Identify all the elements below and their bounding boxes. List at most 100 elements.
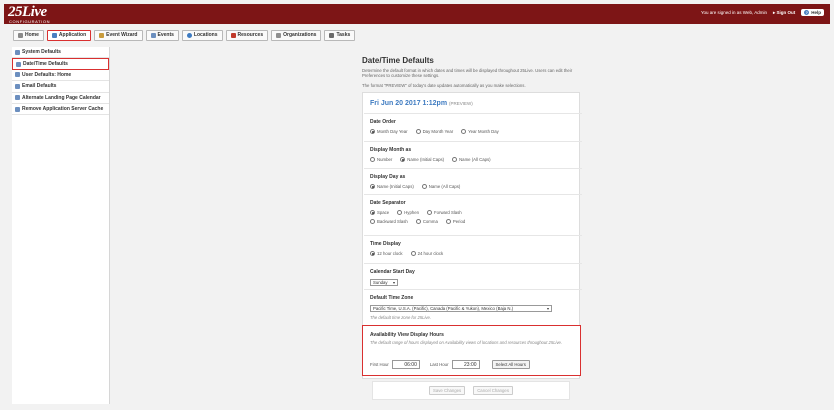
radio-button[interactable] [461,129,467,134]
sign-out-link[interactable]: ▸ Sign Out [773,10,795,16]
sidebar-item-remove-cache[interactable]: Remove Application Server Cache [12,104,109,116]
radio-button[interactable] [370,251,375,256]
radio-space[interactable]: Space [370,210,389,215]
display-day-section: Display Day as Name (Initial Caps) Name … [364,168,582,189]
locations-icon [186,32,192,38]
tab-organizations[interactable]: Organizations [271,29,322,41]
signed-in-text: You are signed in as Web, Admin [700,10,767,15]
radio-button[interactable] [370,157,375,162]
select-value: Pacific Time, U.S.A. (Pacific), Canada (… [373,306,514,311]
sidebar: System Defaults Date/Time Defaults User … [12,47,110,404]
radio-number[interactable]: Number [370,157,392,162]
radio-button[interactable] [452,157,458,162]
tab-resources[interactable]: Resources [225,29,269,41]
tasks-icon [329,32,335,38]
radio-day-all-caps[interactable]: Name (All Caps) [421,184,460,189]
section-label: Calendar Start Day [370,269,415,275]
date-preview: Fri Jun 20 2017 1:12pm (PREVIEW) [370,100,473,107]
first-hour-input[interactable]: 06:00 [391,360,420,369]
chevron-down-icon: ▾ [392,280,395,285]
tab-label: Home [25,32,39,38]
radio-name-all-caps[interactable]: Name (All Caps) [452,157,491,162]
tab-label: Application [58,32,87,38]
radio-label: 12 hour clock [377,251,403,256]
radio-backward-slash[interactable]: Backward Slash [370,219,408,224]
tab-label: Organizations [283,32,317,38]
radio-button[interactable] [400,157,406,162]
radio-label: Number [377,157,393,162]
sidebar-item-email-defaults[interactable]: Email Defaults [12,81,109,93]
last-hour-input[interactable]: 23:00 [451,360,480,369]
radio-button[interactable] [370,129,375,134]
radio-button[interactable] [415,219,421,224]
section-label: Date Separator [370,200,406,206]
tab-events[interactable]: Events [145,29,179,41]
radio-label: Month Day Year [377,129,408,134]
radio-day-month-year[interactable]: Day Month Year [415,129,454,134]
page-description: Determine the default format in which da… [362,68,573,79]
radio-year-month-day[interactable]: Year Month Day [461,129,499,134]
radio-button[interactable] [415,129,421,134]
radio-period[interactable]: Period [445,219,465,224]
date-separator-section: Date Separator Space Hyphen Forward Slas… [364,194,582,224]
display-month-section: Display Month as Number Name (Initial Ca… [364,141,582,162]
select-all-hours-button[interactable]: Select All Hours [491,360,530,369]
radio-button[interactable] [410,251,416,256]
settings-icon [16,61,21,67]
logo-text: 25Live [8,4,47,20]
tab-home[interactable]: Home [13,29,44,41]
sidebar-item-system-defaults[interactable]: System Defaults [12,47,109,59]
settings-icon [15,106,20,112]
sign-out-label: Sign Out [776,9,796,15]
logo[interactable]: 25Live CONFIGURATION [8,4,51,25]
sidebar-item-label: Alternate Landing Page Calendar [22,94,101,101]
radio-label: Name (Initial Caps) [407,157,445,162]
last-hour-label: Last Hour [429,362,449,367]
divider [364,194,582,195]
section-label: Time Display [370,241,401,247]
radio-24-hour[interactable]: 24 hour clock [410,251,443,256]
radio-label: Forward Slash [434,210,462,215]
radio-button[interactable] [427,210,432,215]
availability-hint: The default range of hours displayed on … [370,340,563,345]
tab-event-wizard[interactable]: Event Wizard [94,29,143,41]
radio-label: Day Month Year [422,129,454,134]
radio-day-initial-caps[interactable]: Name (Initial Caps) [370,184,414,189]
tab-tasks[interactable]: Tasks [324,29,356,41]
radio-button[interactable] [370,210,375,215]
sidebar-item-label: Date/Time Defaults [23,61,68,68]
preview-tag: (PREVIEW) [449,101,473,106]
radio-button[interactable] [370,184,375,189]
tab-locations[interactable]: Locations [181,29,223,41]
divider [364,113,582,114]
sidebar-item-user-defaults[interactable]: User Defaults: Home [12,70,109,82]
tab-label: Event Wizard [106,32,138,38]
save-changes-button[interactable]: Save Changes [429,386,466,395]
sidebar-item-label: Remove Application Server Cache [22,106,104,113]
radio-button[interactable] [445,219,451,224]
availability-hours-section: Availability View Display Hours The defa… [362,325,581,376]
help-button[interactable]: ? Help [801,9,824,16]
app-header: 25Live CONFIGURATION You are signed in a… [4,4,830,24]
radio-button[interactable] [397,210,403,215]
time-zone-select[interactable]: Pacific Time, U.S.A. (Pacific), Canada (… [370,305,552,312]
cancel-changes-button[interactable]: Cancel Changes [473,386,513,395]
settings-icon [15,95,20,101]
calendar-start-select[interactable]: Sunday ▾ [370,279,398,286]
divider [364,141,582,142]
sidebar-item-date-time-defaults[interactable]: Date/Time Defaults [12,58,109,70]
radio-name-initial-caps[interactable]: Name (Initial Caps) [400,157,444,162]
logo-subtitle: CONFIGURATION [9,19,51,24]
radio-comma[interactable]: Comma [415,219,438,224]
radio-button[interactable] [370,219,375,224]
tab-application[interactable]: Application [46,29,92,41]
sidebar-item-alternate-landing[interactable]: Alternate Landing Page Calendar [12,93,109,104]
radio-label: Name (All Caps) [459,157,491,162]
radio-forward-slash[interactable]: Forward Slash [427,210,462,215]
radio-month-day-year[interactable]: Month Day Year [370,129,408,134]
hours-row: First Hour 06:00 Last Hour 23:00 Select … [370,360,530,369]
radio-12-hour[interactable]: 12 hour clock [370,251,403,256]
radio-hyphen[interactable]: Hyphen [397,210,419,215]
radio-button[interactable] [421,184,427,189]
application-icon [51,32,57,38]
